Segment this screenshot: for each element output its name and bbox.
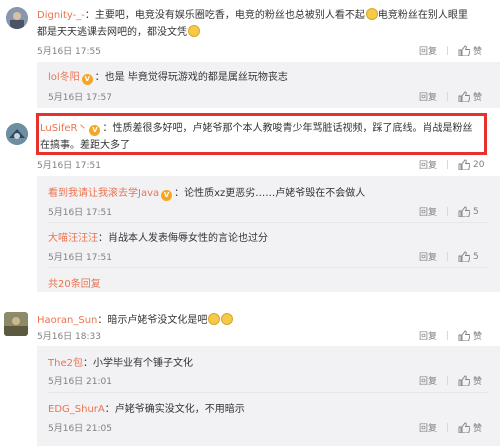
username[interactable]: 大喵汪汪汪 [48, 233, 98, 244]
comment-text: LuSifeR丶 V ：性质差很多好吧，卢姥爷那个本人教唆青少年骂脏话视频，踩了底线… [40, 119, 472, 136]
comment-actions: 回复 赞 [419, 44, 482, 57]
comment-text-line2: 在搞事。差距大多了 [40, 136, 130, 151]
like-count: 赞 [473, 47, 483, 57]
reply-text: EDG_ShurA：卢姥爷确实没文化，不用暗示 [48, 400, 245, 415]
username[interactable]: lol冬阳 [48, 72, 80, 83]
like-count: 20 [473, 159, 485, 170]
thumbs-up-icon [458, 251, 471, 262]
like-button[interactable]: 20 [458, 159, 484, 170]
avatar[interactable] [6, 7, 28, 29]
like-count: 赞 [473, 424, 483, 434]
reply-button[interactable]: 回复 [419, 90, 437, 103]
timestamp: 5月16日 17:51 [48, 208, 112, 218]
like-button[interactable]: 赞 [458, 374, 482, 387]
thumbs-up-icon [458, 375, 471, 386]
thumbs-up-icon [458, 422, 471, 433]
comment-body: 在搞事。差距大多了 [40, 140, 130, 151]
thumbs-up-icon [458, 159, 471, 170]
timestamp: 5月16日 17:55 [37, 47, 101, 57]
verified-icon: V [89, 125, 101, 136]
like-button[interactable]: 赞 [458, 421, 482, 434]
username[interactable]: EDG_ShurA [48, 404, 105, 415]
comment-body-cont: 电竞粉丝在别人眼里 [377, 10, 468, 21]
reply-body: ：论性质xz更恶劣……卢姥爷毁在不会做人 [174, 188, 366, 199]
reply-body: ：肖战本人发表侮辱女性的言论也过分 [98, 233, 268, 244]
divider [48, 267, 488, 268]
divider [447, 423, 449, 432]
reply-body: ：卢姥爷确实没文化，不用暗示 [104, 404, 245, 415]
comment-actions: 回复 赞 [419, 329, 482, 342]
username[interactable]: Dignity-_- [37, 10, 85, 21]
thumbs-up-icon [458, 330, 471, 341]
reply-body: ：小学毕业有个锤子文化 [82, 358, 193, 369]
timestamp: 5月16日 17:57 [48, 93, 112, 103]
reply-text: 大喵汪汪汪：肖战本人发表侮辱女性的言论也过分 [48, 229, 268, 244]
divider [48, 392, 488, 393]
emoji-icon [208, 313, 221, 325]
like-count: 5 [473, 206, 479, 217]
divider [447, 331, 449, 340]
like-button[interactable]: 5 [458, 206, 479, 217]
timestamp: 5月16日 21:01 [48, 377, 112, 387]
avatar[interactable] [4, 312, 28, 336]
username[interactable]: 看到我请让我滚去学Java [48, 188, 159, 199]
verified-icon: V [81, 74, 93, 85]
timestamp: 5月16日 17:51 [37, 161, 101, 171]
like-count: 赞 [473, 93, 483, 103]
reply-button[interactable]: 回复 [419, 205, 437, 218]
divider [447, 46, 449, 55]
reply-actions: 回复 赞 [419, 374, 482, 387]
comment-body: ：暗示卢姥爷没文化是吧 [97, 315, 208, 326]
reply-button[interactable]: 回复 [419, 329, 437, 342]
emoji-icon [365, 8, 378, 20]
comment-text-line2: 都是天天逃课去网吧的，都没文凭 [37, 23, 200, 38]
reply-button[interactable]: 回复 [419, 374, 437, 387]
thumbs-up-icon [458, 45, 471, 56]
like-button[interactable]: 5 [458, 251, 479, 262]
comment-actions: 回复 20 [419, 158, 484, 172]
divider [447, 376, 449, 385]
timestamp: 5月16日 18:33 [37, 332, 101, 342]
reply-text: The2包：小学毕业有个锤子文化 [48, 354, 193, 369]
like-button[interactable]: 赞 [458, 90, 482, 103]
more-replies-link[interactable]: 共20条回复 [48, 275, 101, 290]
divider [447, 160, 449, 169]
avatar[interactable] [6, 123, 28, 145]
reply-actions: 回复 赞 [419, 421, 482, 434]
comment-body: ：性质差很多好吧，卢姥爷那个本人教唆青少年骂脏话视频，踩了底线。肖战是粉丝 [102, 123, 473, 134]
emoji-icon [221, 313, 234, 325]
reply-actions: 回复 5 [419, 250, 479, 264]
timestamp: 5月16日 17:51 [48, 253, 112, 263]
like-count: 赞 [473, 377, 483, 387]
emoji-icon [188, 25, 200, 37]
reply-body: ：也是 毕竟觉得玩游戏的都是属丝玩物丧志 [94, 72, 288, 83]
like-count: 5 [473, 251, 479, 262]
thumbs-up-icon [458, 91, 471, 102]
reply-button[interactable]: 回复 [419, 44, 437, 57]
reply-button[interactable]: 回复 [419, 158, 437, 171]
divider [447, 92, 449, 101]
comment-body: ：主要吧，电竞没有娱乐圈吃香，电竞的粉丝也总被别人看不起 [84, 10, 365, 21]
reply-actions: 回复 5 [419, 205, 479, 219]
timestamp: 5月16日 21:05 [48, 424, 112, 434]
reply-actions: 回复 赞 [419, 90, 482, 103]
divider [447, 207, 449, 216]
username[interactable]: Haoran_Sun [37, 315, 97, 326]
comment-body: 都是天天逃课去网吧的，都没文凭 [37, 27, 187, 38]
thumbs-up-icon [458, 206, 471, 217]
divider [48, 222, 488, 223]
reply-button[interactable]: 回复 [419, 250, 437, 263]
reply-button[interactable]: 回复 [419, 421, 437, 434]
like-button[interactable]: 赞 [458, 44, 482, 57]
username[interactable]: LuSifeR丶 [40, 123, 87, 134]
divider [447, 252, 449, 261]
like-button[interactable]: 赞 [458, 329, 482, 342]
username[interactable]: The2包 [48, 358, 83, 369]
comment-text: Dignity-_-：主要吧，电竞没有娱乐圈吃香，电竞的粉丝也总被别人看不起 电竞… [37, 6, 468, 21]
verified-icon: V [161, 190, 173, 201]
comment-text: Haoran_Sun：暗示卢姥爷没文化是吧 [37, 311, 234, 326]
like-count: 赞 [473, 332, 483, 342]
reply-text: lol冬阳 V ：也是 毕竟觉得玩游戏的都是属丝玩物丧志 [48, 68, 288, 85]
reply-text: 看到我请让我滚去学Java V ：论性质xz更恶劣……卢姥爷毁在不会做人 [48, 184, 365, 201]
